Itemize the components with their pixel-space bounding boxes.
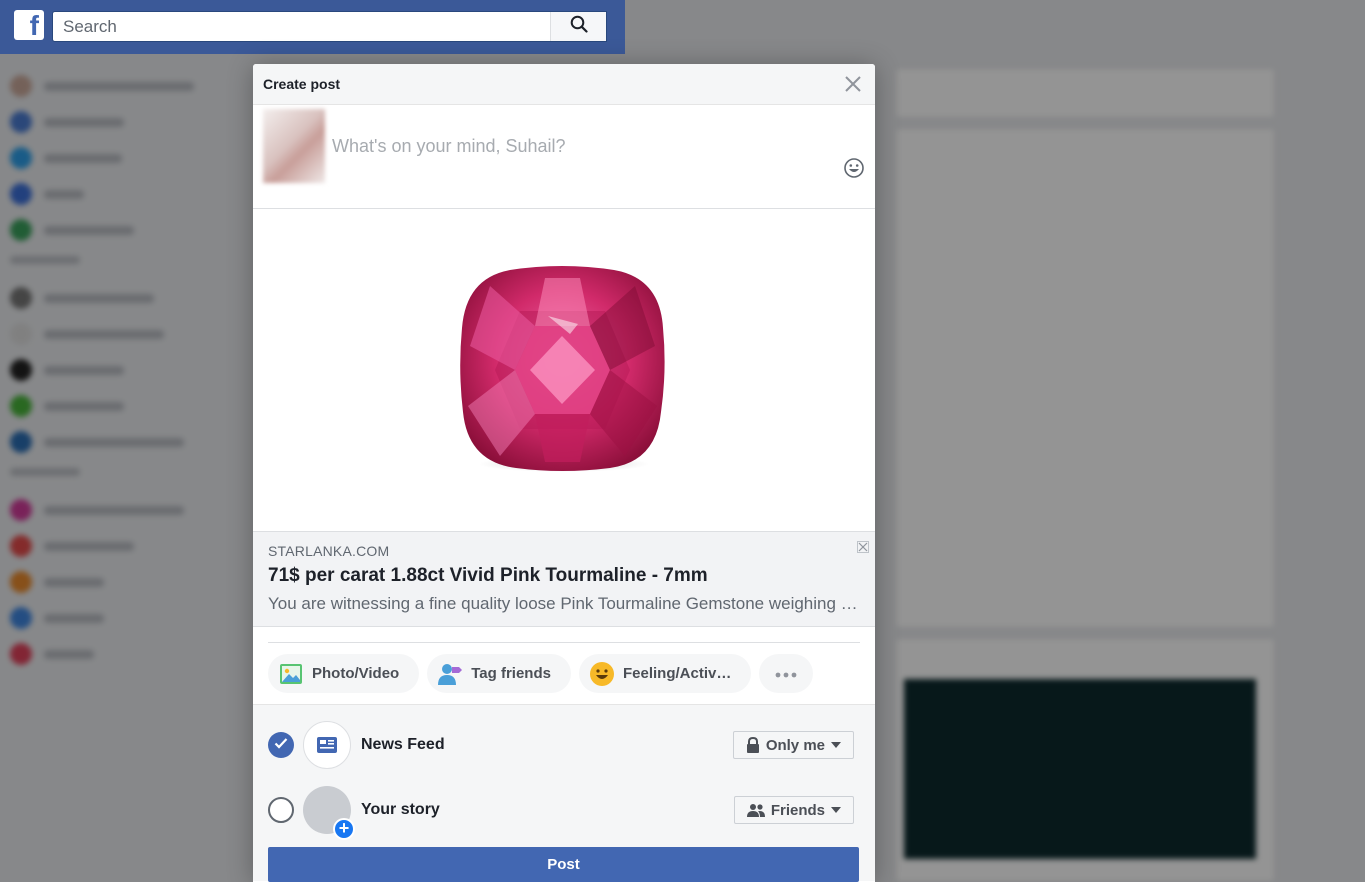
feeling-emoji-icon	[589, 661, 615, 687]
link-domain: STARLANKA.COM	[268, 543, 390, 559]
news-feed-privacy-select[interactable]: Only me	[732, 731, 854, 759]
news-feed-checkbox[interactable]	[268, 732, 294, 758]
remove-preview-button[interactable]	[857, 540, 869, 553]
link-description: You are witnessing a fine quality loose …	[268, 594, 860, 613]
chevron-down-icon	[831, 742, 841, 748]
news-feed-privacy-value: Only me	[765, 736, 825, 754]
avatar	[263, 109, 325, 183]
composer-input[interactable]: What's on your mind, Suhail?	[332, 136, 566, 157]
link-preview-card[interactable]: STARLANKA.COM 71$ per carat 1.88ct Vivid…	[253, 532, 875, 627]
story-avatar: +	[303, 786, 355, 840]
post-actions: Photo/Video Tag friends Feeling/Activ…	[253, 627, 875, 704]
story-row[interactable]: + Your story Friends	[268, 785, 854, 840]
more-options-button[interactable]	[759, 654, 814, 693]
dialog-header: Create post	[253, 64, 875, 105]
story-label: Your story	[361, 801, 440, 818]
checkmark-icon	[274, 736, 288, 754]
search-button[interactable]	[550, 12, 606, 41]
emoji-button[interactable]	[843, 157, 865, 179]
more-dots-icon	[775, 665, 797, 682]
feeling-activity-label: Feeling/Activ…	[622, 665, 732, 682]
tag-friends-button[interactable]: Tag friends	[427, 654, 571, 693]
news-feed-icon	[303, 721, 351, 769]
close-button[interactable]	[843, 74, 863, 94]
pink-tourmaline-gem-image	[460, 266, 665, 472]
plus-icon: +	[333, 818, 355, 840]
link-title: 71$ per carat 1.88ct Vivid Pink Tourmali…	[268, 565, 708, 586]
news-feed-label: News Feed	[361, 736, 445, 753]
composer-area[interactable]: What's on your mind, Suhail?	[253, 105, 875, 209]
create-post-dialog: Create post What's on your mind, Suhail?	[253, 64, 875, 882]
story-checkbox[interactable]	[268, 797, 294, 823]
chevron-down-icon	[831, 807, 841, 813]
search-bar	[52, 11, 607, 42]
tag-friends-label: Tag friends	[471, 665, 551, 682]
story-privacy-value: Friends	[770, 801, 825, 819]
post-button[interactable]: Post	[268, 847, 859, 882]
close-icon	[843, 76, 863, 98]
search-icon	[570, 15, 588, 38]
dialog-title: Create post	[263, 76, 341, 92]
top-navigation-bar: f	[0, 0, 625, 54]
friends-icon	[746, 803, 765, 817]
facebook-logo[interactable]: f	[14, 10, 44, 40]
story-privacy-select[interactable]: Friends	[733, 796, 854, 824]
feeling-activity-button[interactable]: Feeling/Activ…	[578, 654, 752, 693]
lock-icon	[746, 737, 760, 753]
close-icon	[857, 540, 869, 557]
tag-friends-icon	[437, 661, 463, 687]
news-feed-row[interactable]: News Feed Only me	[268, 720, 854, 770]
link-preview-image[interactable]	[253, 209, 875, 532]
photo-icon	[278, 661, 304, 687]
share-audience-section: News Feed Only me + Your story Friends P…	[253, 704, 875, 882]
divider	[268, 642, 860, 643]
search-input[interactable]	[53, 12, 548, 41]
photo-video-button[interactable]: Photo/Video	[268, 654, 420, 693]
smiley-icon	[843, 158, 865, 183]
photo-video-label: Photo/Video	[312, 665, 400, 682]
